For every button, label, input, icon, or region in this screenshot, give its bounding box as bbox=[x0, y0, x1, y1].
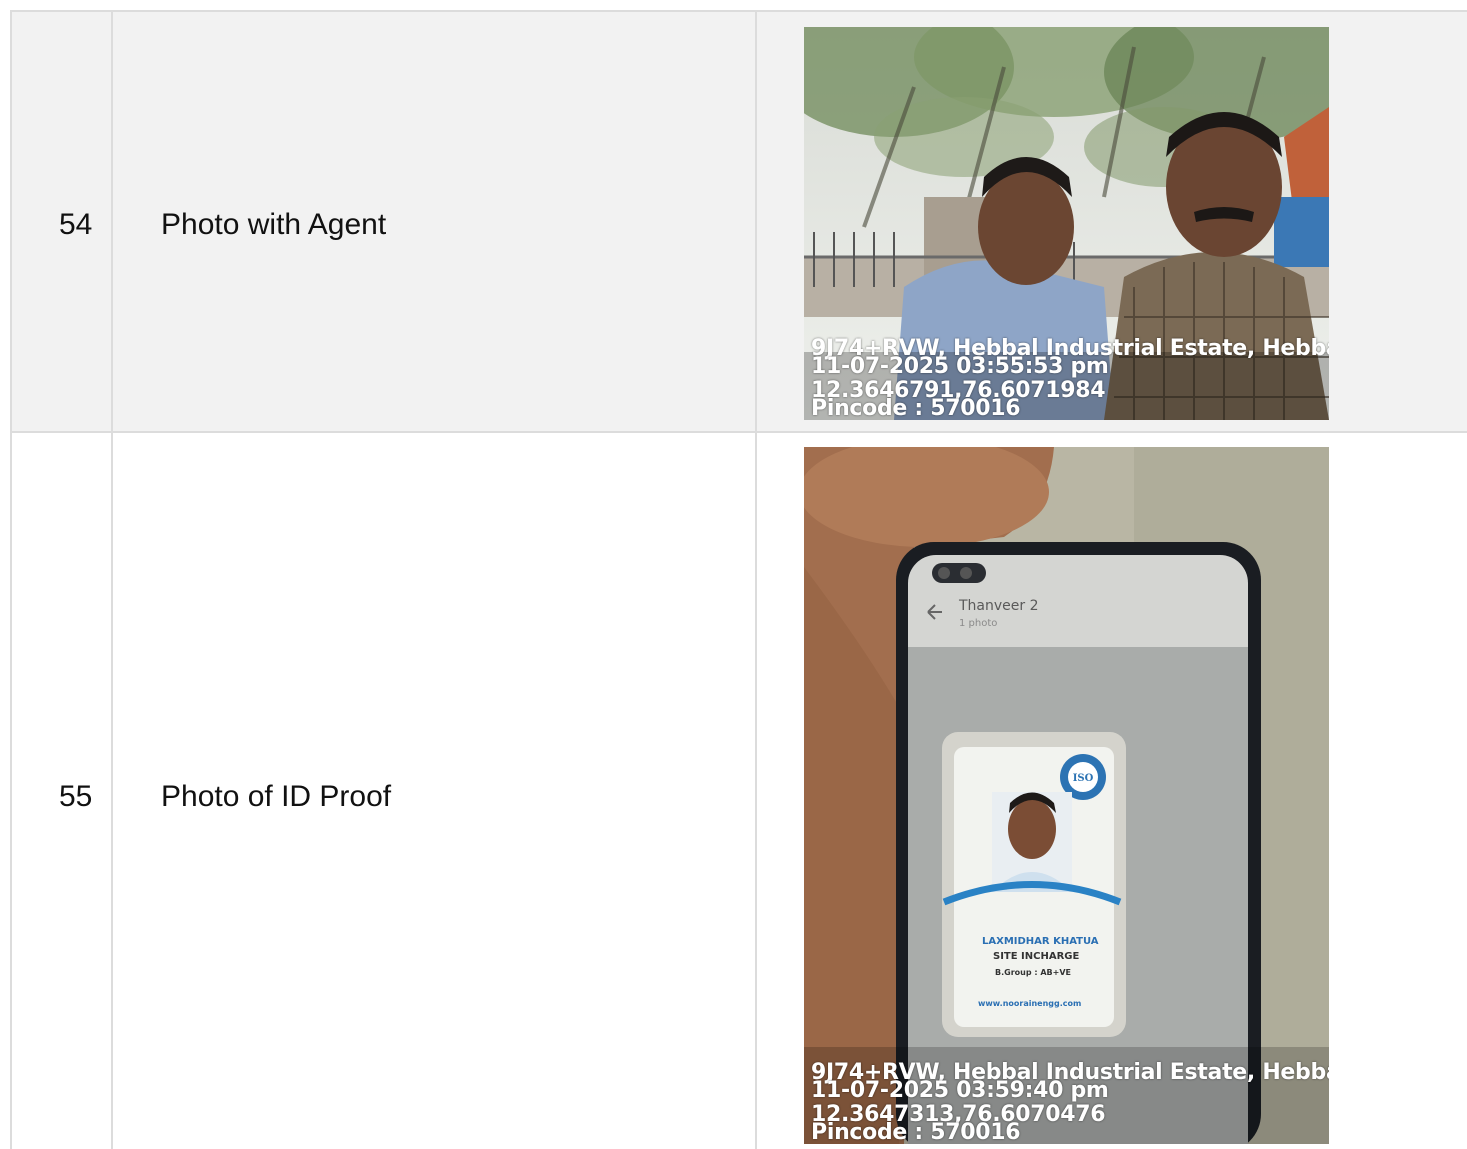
id-card-role: SITE INCHARGE bbox=[993, 951, 1080, 962]
id-card-blood-group: B.Group : AB+VE bbox=[995, 968, 1071, 977]
table-row: 54 Photo with Agent 9J74+RVW, Hebbal Ind… bbox=[12, 12, 1467, 433]
row-photo-cell: ISO Thanveer 2 1 photo LAXMIDHAR KHATUA … bbox=[757, 433, 1467, 1149]
agent-photo[interactable]: 9J74+RVW, Hebbal Industrial Estate, Hebb… bbox=[804, 27, 1329, 420]
id-card-name: LAXMIDHAR KHATUA bbox=[982, 936, 1099, 947]
row-label-cell: Photo of ID Proof bbox=[113, 433, 757, 1149]
row-label: Photo of ID Proof bbox=[161, 780, 392, 813]
id-card-website: www.noorainengg.com bbox=[978, 999, 1082, 1008]
table-row: 55 Photo of ID Proof ISO Thanveer 2 1 ph… bbox=[12, 433, 1467, 1149]
svg-text:ISO: ISO bbox=[1073, 773, 1094, 784]
phone-album-subtitle: 1 photo bbox=[959, 618, 998, 629]
row-photo-cell: 9J74+RVW, Hebbal Industrial Estate, Hebb… bbox=[757, 12, 1467, 431]
photo-geotag: 9J74+RVW, Hebbal Industrial Estate, Hebb… bbox=[811, 1062, 1329, 1144]
row-number: 54 bbox=[59, 208, 93, 241]
row-number-cell: 54 bbox=[12, 12, 113, 431]
row-label-cell: Photo with Agent bbox=[113, 12, 757, 431]
row-number-cell: 55 bbox=[12, 433, 113, 1149]
id-proof-photo-image: ISO bbox=[804, 447, 1329, 1144]
photo-geotag: 9J74+RVW, Hebbal Industrial Estate, Hebb… bbox=[811, 338, 1329, 420]
row-number: 55 bbox=[59, 780, 93, 813]
id-proof-photo[interactable]: ISO Thanveer 2 1 photo LAXMIDHAR KHATUA … bbox=[804, 447, 1329, 1144]
table: 54 Photo with Agent 9J74+RVW, Hebbal Ind… bbox=[10, 10, 1467, 1149]
phone-album-title: Thanveer 2 bbox=[959, 598, 1039, 614]
row-label: Photo with Agent bbox=[161, 208, 387, 241]
